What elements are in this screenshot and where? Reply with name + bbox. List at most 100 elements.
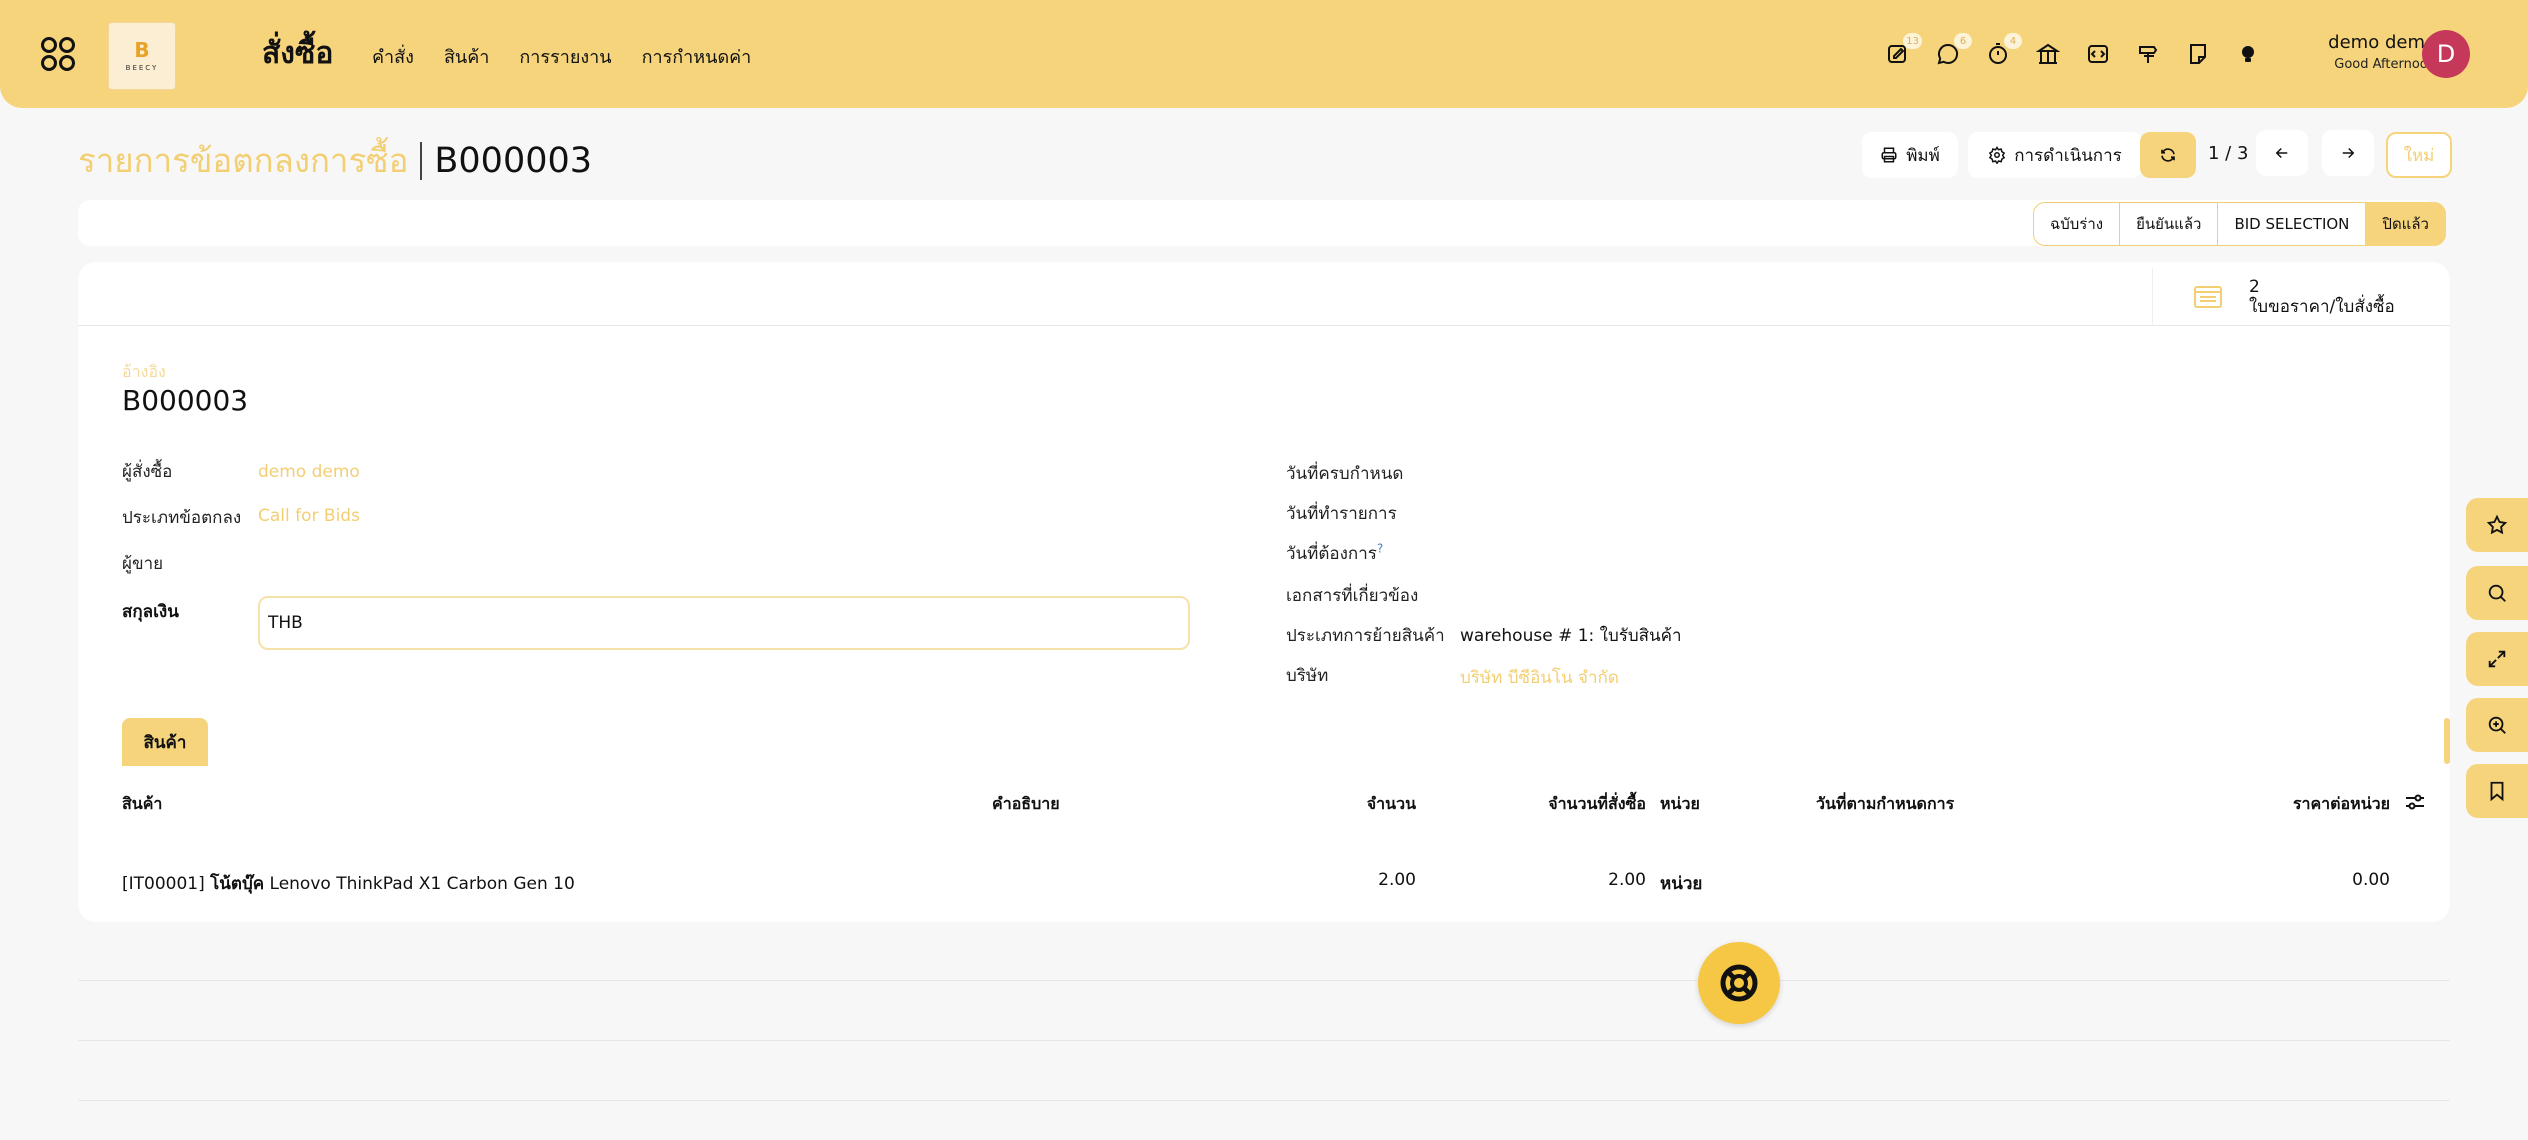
cell-uom[interactable]: หน่วย [1660,870,1702,897]
list-icon [2194,286,2222,308]
cell-quantity[interactable]: 2.00 [1300,870,1416,890]
action-button[interactable]: การดำเนินการ [1968,132,2142,178]
main-menu: คำสั่ง สินค้า การรายงาน การกำหนดค่า [372,42,751,71]
column-settings-icon[interactable] [2404,792,2426,812]
breadcrumb-separator [420,141,423,180]
product-code: [IT00001] [122,874,205,894]
currency-label: สกุลเงิน [122,602,179,622]
messages-badge: 6 [1954,33,1972,49]
rfq-label: ใบขอราคา/ใบสั่งซื้อ [2249,297,2395,317]
menu-configuration[interactable]: การกำหนดค่า [642,42,752,71]
currency-input[interactable] [258,596,1190,650]
agreement-type-field[interactable]: Call for Bids [258,506,360,526]
search-tool[interactable] [2466,566,2528,620]
chat-icon[interactable]: 6 [1932,33,1972,70]
app-title[interactable]: สั่งซื้อ [262,30,333,77]
zoom-tool[interactable] [2466,698,2528,752]
star-icon [2486,514,2508,535]
breadcrumb-parent-link[interactable]: รายการข้อตกลงการซื้อ [78,134,408,187]
arrow-left-icon [2275,147,2288,159]
stage-draft[interactable]: ฉบับร่าง [2033,202,2121,246]
agreement-type-label: ประเภทข้อตกลง [122,508,242,528]
next-record-button[interactable] [2322,130,2374,176]
previous-record-button[interactable] [2256,130,2308,176]
header-quantity[interactable]: จำนวน [1300,792,1416,817]
table-row[interactable]: [IT00001] โน้ตบุ๊ค Lenovo ThinkPad X1 Ca… [122,870,575,897]
note-icon[interactable] [2182,38,2214,70]
scroll-handle[interactable] [2444,718,2450,764]
refresh-icon [2161,148,2175,162]
apps-grid-icon[interactable] [40,36,76,72]
header-scheduled-date[interactable]: วันที่ตามกำหนดการ [1816,792,1954,817]
stage-closed[interactable]: ปิดแล้ว [2365,202,2446,246]
cell-unit-price[interactable]: 0.00 [2200,870,2390,890]
print-button[interactable]: พิมพ์ [1862,132,1958,178]
bank-icon[interactable] [2032,38,2064,70]
signpost-icon[interactable] [2132,38,2164,70]
bookmark-icon [2490,781,2504,802]
header-unit-price[interactable]: ราคาต่อหน่วย [2200,792,2390,817]
header-ordered-qty[interactable]: จำนวนที่สั่งซื้อ [1466,792,1646,817]
company-field[interactable]: บริษัท บีซีอินโน จำกัด [1460,664,1619,691]
bookmark-tool[interactable] [2466,764,2528,818]
greeting-text: Good Afternoon [2334,57,2436,72]
activity-icon[interactable]: 13 [1882,33,1922,70]
favorite-tool[interactable] [2466,498,2528,552]
action-label: การดำเนินการ [2014,145,2122,166]
picking-type-field[interactable]: warehouse # 1: ใบรับสินค้า [1460,622,1682,649]
stage-confirmed[interactable]: ยืนยันแล้ว [2119,202,2219,246]
form-sheet [78,262,2450,922]
user-menu[interactable]: demo demo Good Afternoon [2300,32,2436,72]
support-button[interactable] [1698,942,1780,1024]
lightbulb-icon[interactable] [2232,38,2264,70]
print-label: พิมพ์ [1906,145,1940,166]
stage-bid-selection[interactable]: BID SELECTION [2217,202,2367,246]
header-description[interactable]: คำอธิบาย [992,792,1060,817]
company-label: บริษัท [1286,666,1329,686]
deadline-label: วันที่ครบกำหนด [1286,464,1404,484]
activity-badge: 13 [1903,33,1922,49]
tab-products[interactable]: สินค้า [122,718,208,766]
rfq-count: 2 [2249,277,2260,297]
expand-tool[interactable] [2466,632,2528,686]
delivery-date-label: วันที่ต้องการ? [1286,540,1383,567]
avatar[interactable]: D [2422,30,2470,78]
row-divider [78,1040,2450,1041]
menu-orders[interactable]: คำสั่ง [372,42,414,71]
row-divider [78,980,2450,981]
refresh-button[interactable] [2140,132,2196,178]
new-button[interactable]: ใหม่ [2386,132,2452,178]
product-name-bold: โน้ตบุ๊ค [210,874,265,894]
picking-type-label: ประเภทการย้ายสินค้า [1286,626,1445,646]
source-document-label: เอกสารที่เกี่ยวข้อง [1286,586,1419,606]
buyer-label: ผู้สั่งซื้อ [122,462,173,482]
logo-letter: B [134,38,150,62]
menu-products[interactable]: สินค้า [444,42,489,71]
button-box [78,262,2450,326]
printer-icon [1881,147,1897,163]
company-logo[interactable]: B BEECY [108,22,176,90]
search-icon [2488,584,2506,602]
stopwatch-icon[interactable]: 4 [1982,33,2022,70]
order-date-label: วันที่ทำรายการ [1286,504,1397,524]
lifebuoy-icon [1720,964,1758,1002]
systray: 13 6 4 [1882,33,2264,70]
pager-counter[interactable]: 1 / 3 [2208,143,2248,164]
menu-reporting[interactable]: การรายงาน [519,42,611,71]
expand-icon [2488,650,2506,668]
timer-badge: 4 [2004,33,2022,49]
rfq-smart-button[interactable]: 2 ใบขอราคา/ใบสั่งซื้อ [2152,268,2452,326]
header-uom[interactable]: หน่วย [1660,792,1700,817]
vendor-label: ผู้ขาย [122,554,164,574]
cell-ordered-qty[interactable]: 2.00 [1466,870,1646,890]
arrow-right-icon [2342,147,2355,159]
help-tooltip-icon[interactable]: ? [1377,541,1383,555]
buyer-field[interactable]: demo demo [258,462,360,482]
product-name: Lenovo ThinkPad X1 Carbon Gen 10 [269,874,575,894]
header-product[interactable]: สินค้า [122,792,162,817]
code-icon[interactable] [2082,38,2114,70]
reference-value[interactable]: B000003 [122,384,248,417]
breadcrumb-current: B000003 [434,140,593,181]
row-divider [78,1100,2450,1101]
reference-label: อ้างอิง [122,362,166,381]
